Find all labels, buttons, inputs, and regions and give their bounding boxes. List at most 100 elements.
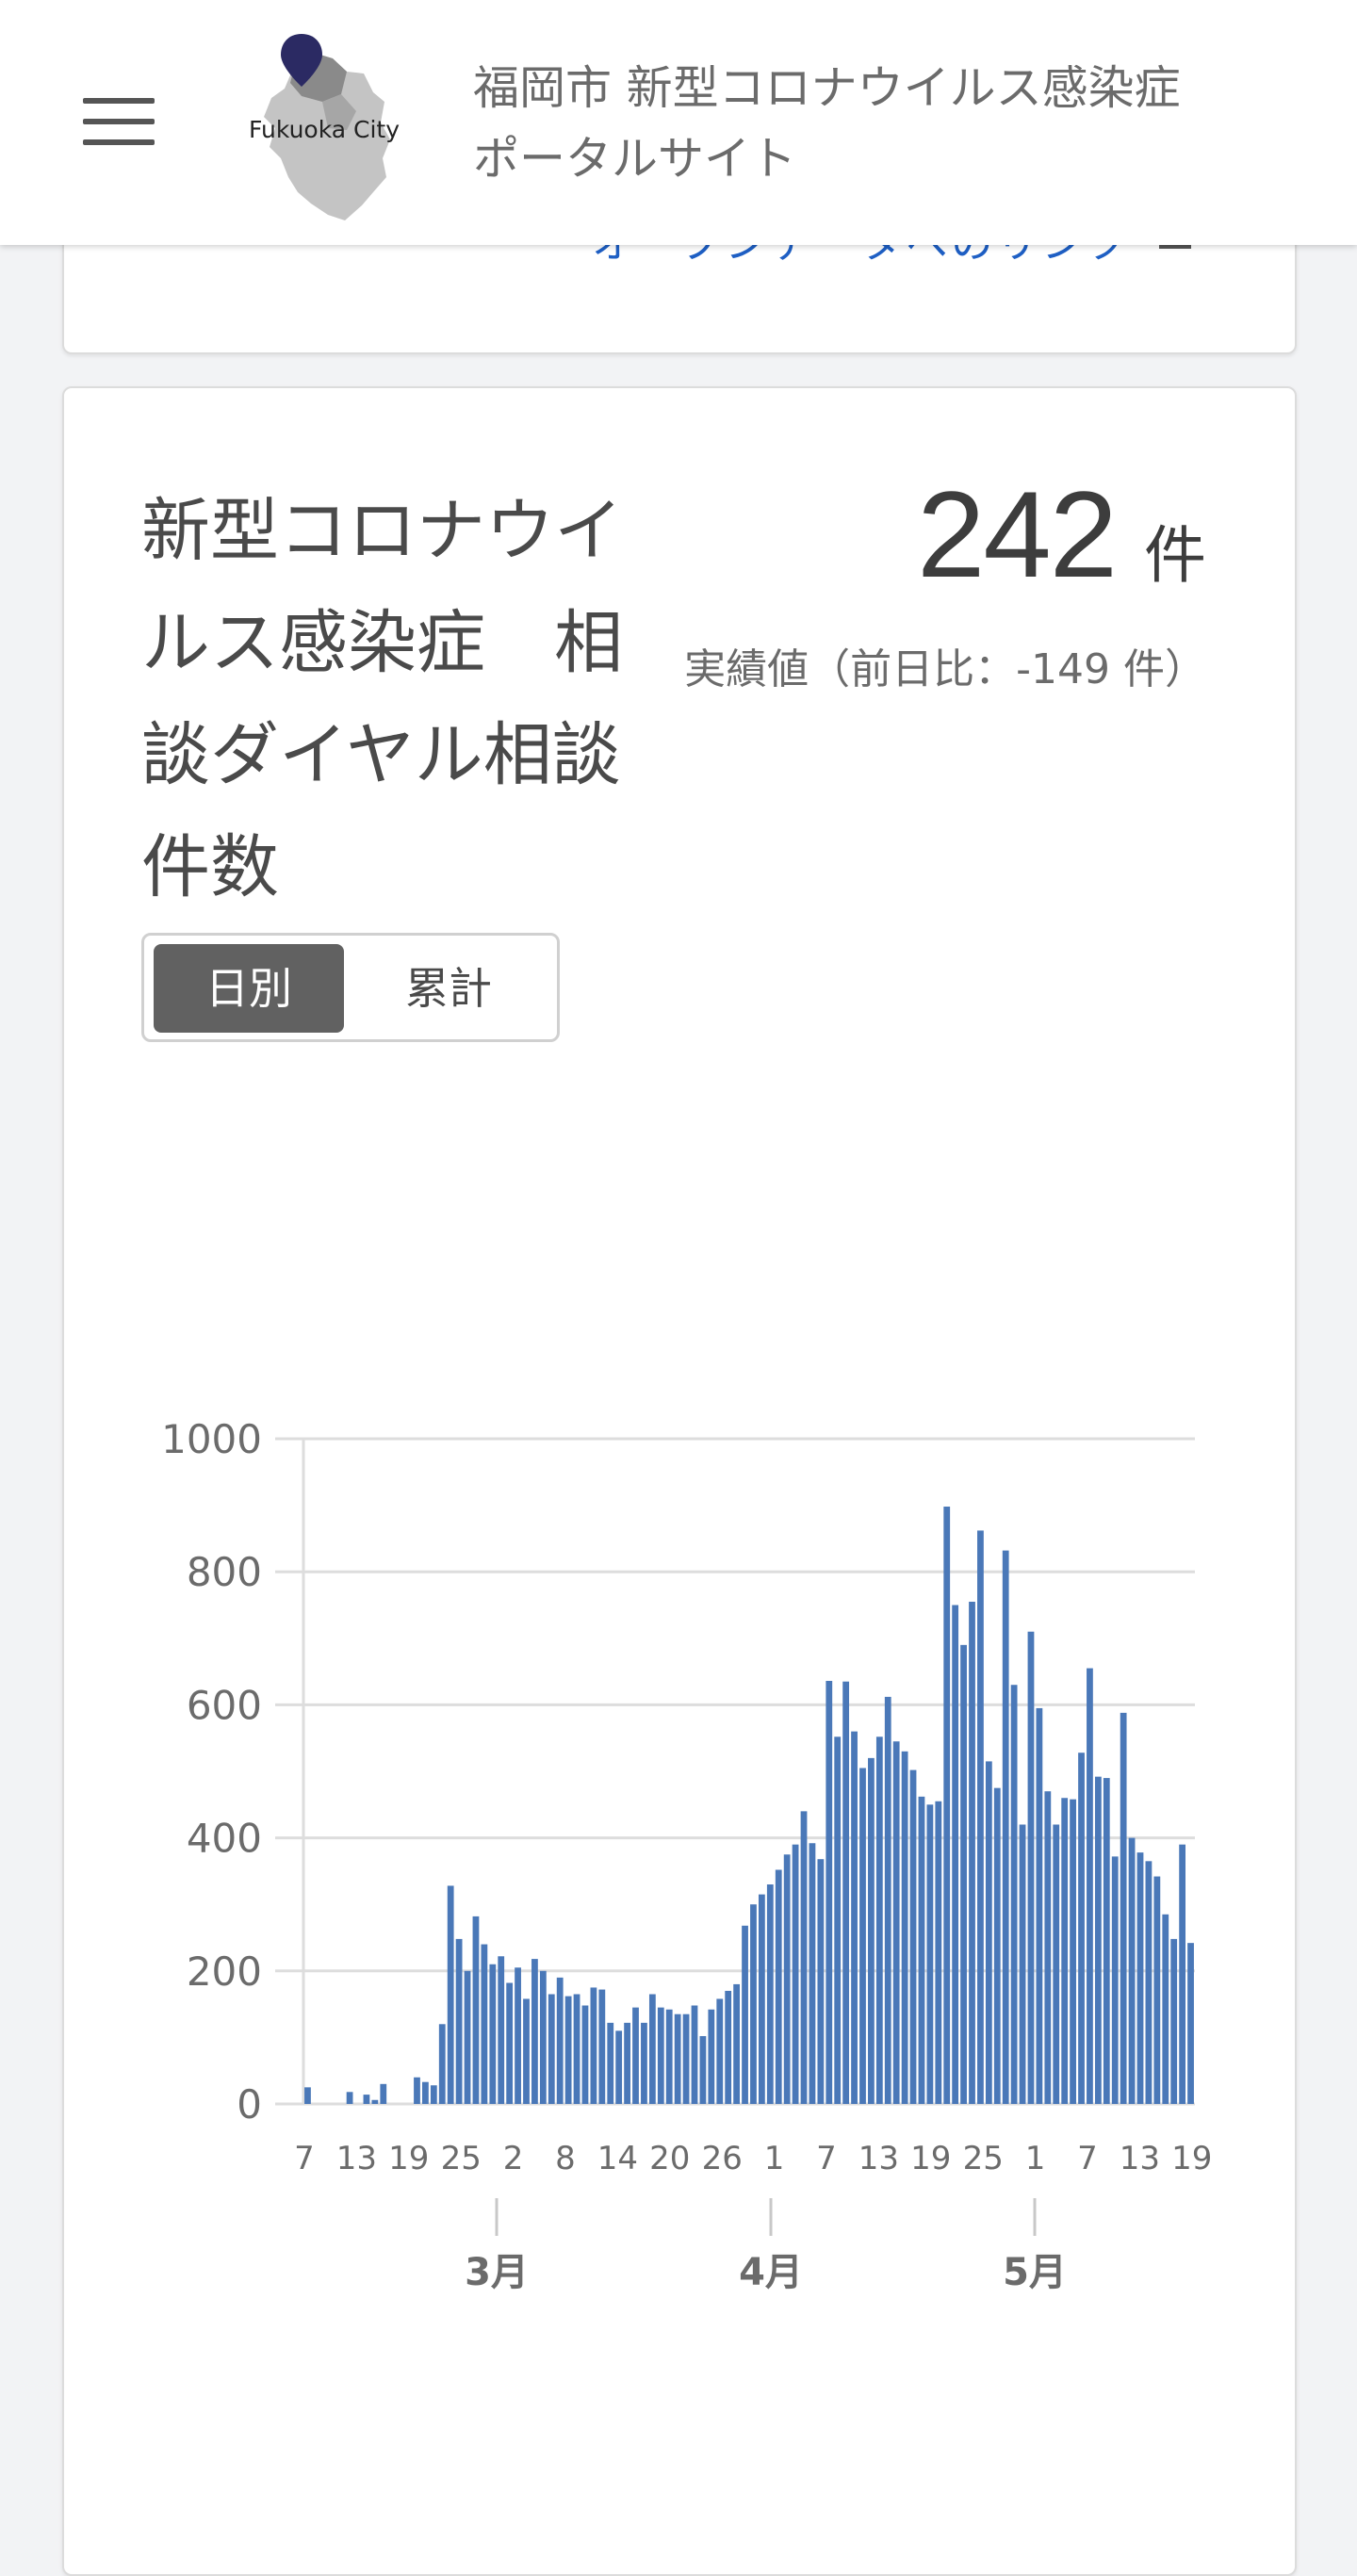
x-tick-label: 26	[702, 2140, 743, 2177]
month-label: 3月	[465, 2251, 529, 2294]
chart-bar	[742, 1925, 748, 2104]
chart-bar	[960, 1644, 967, 2104]
x-tick-label: 1	[764, 2140, 785, 2177]
chart-bar	[952, 1605, 959, 2104]
chart-bar	[1087, 1668, 1093, 2104]
chart-bar	[674, 2014, 681, 2104]
x-tick-label: 13	[1120, 2140, 1160, 2177]
chart-bar	[691, 2005, 698, 2104]
chart-bar	[892, 1741, 900, 2104]
chart-bar	[875, 1736, 883, 2104]
chart-bar	[909, 1769, 917, 2104]
site-header: Fukuoka City 福岡市 新型コロナウイルス感染症 ポータルサイト	[0, 0, 1357, 245]
chart-bar	[455, 1938, 463, 2104]
chart-bar	[859, 1768, 866, 2104]
x-tick-label: 19	[910, 2140, 951, 2177]
chart-bar	[993, 1787, 1001, 2104]
chart-bar	[665, 2009, 673, 2104]
x-tick-label: 20	[649, 2140, 690, 2177]
chart-bar	[414, 2077, 420, 2104]
chart-bar	[657, 2007, 664, 2104]
chart-bar	[489, 1964, 497, 2104]
chart-bar	[868, 1757, 875, 2104]
site-title[interactable]: 福岡市 新型コロナウイルス感染症 ポータルサイト	[473, 53, 1181, 194]
chart-bar	[641, 2022, 647, 2104]
x-tick-label: 7	[294, 2140, 315, 2177]
chart-bar	[422, 2081, 429, 2104]
chart-bar	[615, 2030, 623, 2104]
chart-bar	[506, 1982, 514, 2104]
chart-bar	[447, 1885, 454, 2104]
chart-bar	[573, 1994, 580, 2104]
chart-bar	[775, 1869, 782, 2104]
month-label: 4月	[739, 2251, 803, 2294]
chart-bar	[1103, 1778, 1110, 2104]
chart-bar	[515, 1967, 521, 2104]
chart-bar	[556, 1977, 564, 2104]
chart-bar	[498, 1956, 505, 2104]
y-tick-label: 200	[187, 1948, 262, 1995]
y-tick-label: 0	[237, 2081, 262, 2128]
chart-bar	[935, 1801, 942, 2104]
chart-bar	[1053, 1824, 1060, 2104]
chart-bar	[648, 1994, 656, 2104]
chart-bar	[304, 2087, 311, 2104]
chart-bar	[590, 1987, 597, 2104]
chart-bar	[1153, 1876, 1161, 2104]
site-title-line1: 福岡市 新型コロナウイルス感染症	[473, 61, 1181, 115]
x-tick-label: 13	[858, 2140, 899, 2177]
x-tick-label: 2	[503, 2140, 524, 2177]
chart-bar	[1120, 1712, 1127, 2104]
chart-bar	[472, 1916, 480, 2104]
chart-bar	[346, 2092, 353, 2104]
chart-bar	[783, 1854, 791, 2104]
chart-bar	[834, 1736, 842, 2104]
chart-bar	[1061, 1798, 1069, 2104]
chart-bar	[380, 2083, 387, 2104]
chart-bar	[750, 1904, 757, 2104]
chart-bar	[1145, 1861, 1153, 2104]
chart-bar	[598, 1989, 606, 2104]
y-tick-label: 1000	[161, 1416, 262, 1462]
chart-bar	[901, 1751, 908, 2104]
chart-bar	[725, 1990, 732, 2104]
x-tick-label: 19	[1171, 2140, 1212, 2177]
y-tick-label: 400	[187, 1816, 262, 1862]
chart-bar	[1078, 1753, 1085, 2104]
x-tick-label: 25	[441, 2140, 482, 2177]
chart-bar	[826, 1680, 833, 2104]
chart-bar	[1094, 1776, 1102, 2104]
x-tick-label: 8	[555, 2140, 576, 2177]
chart-bar	[523, 1998, 530, 2104]
chart-bar	[842, 1681, 850, 2104]
chart-bar	[564, 1996, 572, 2104]
month-label: 5月	[1003, 2251, 1067, 2294]
chart-bar	[809, 1843, 816, 2104]
chart-bar	[548, 1994, 555, 2104]
chart-bar	[1036, 1707, 1043, 2104]
chart-bar	[1128, 1837, 1136, 2104]
chart-bar	[708, 2009, 715, 2104]
x-tick-label: 13	[336, 2140, 377, 2177]
chart-bar	[464, 1970, 471, 2104]
chart-bar	[1162, 1914, 1169, 2104]
site-title-line2: ポータルサイト	[473, 132, 797, 186]
x-tick-label: 7	[816, 2140, 837, 2177]
chart-bar	[716, 1998, 724, 2104]
hamburger-menu-icon[interactable]	[83, 98, 155, 149]
chart-bar	[607, 2022, 614, 2104]
daily-consultations-chart: 020040060080010007 13 19 25 2 8 14 20 26 1 7 13 19 25…	[161, 1416, 1212, 2294]
chart-bar	[430, 2085, 437, 2104]
chart-bar	[943, 1507, 951, 2104]
chart-bar	[977, 1530, 984, 2104]
chart-bar	[800, 1811, 808, 2104]
chart-bar	[817, 1859, 825, 2104]
chart-bar	[1010, 1685, 1018, 2104]
chart-bar	[1044, 1791, 1052, 2104]
chart-bar	[1170, 1938, 1178, 2104]
chart-bar	[1070, 1799, 1076, 2104]
chart-bar	[985, 1761, 992, 2104]
chart-bar	[1019, 1824, 1026, 2104]
chart-bar	[531, 1959, 538, 2104]
chart-bar	[969, 1601, 975, 2104]
